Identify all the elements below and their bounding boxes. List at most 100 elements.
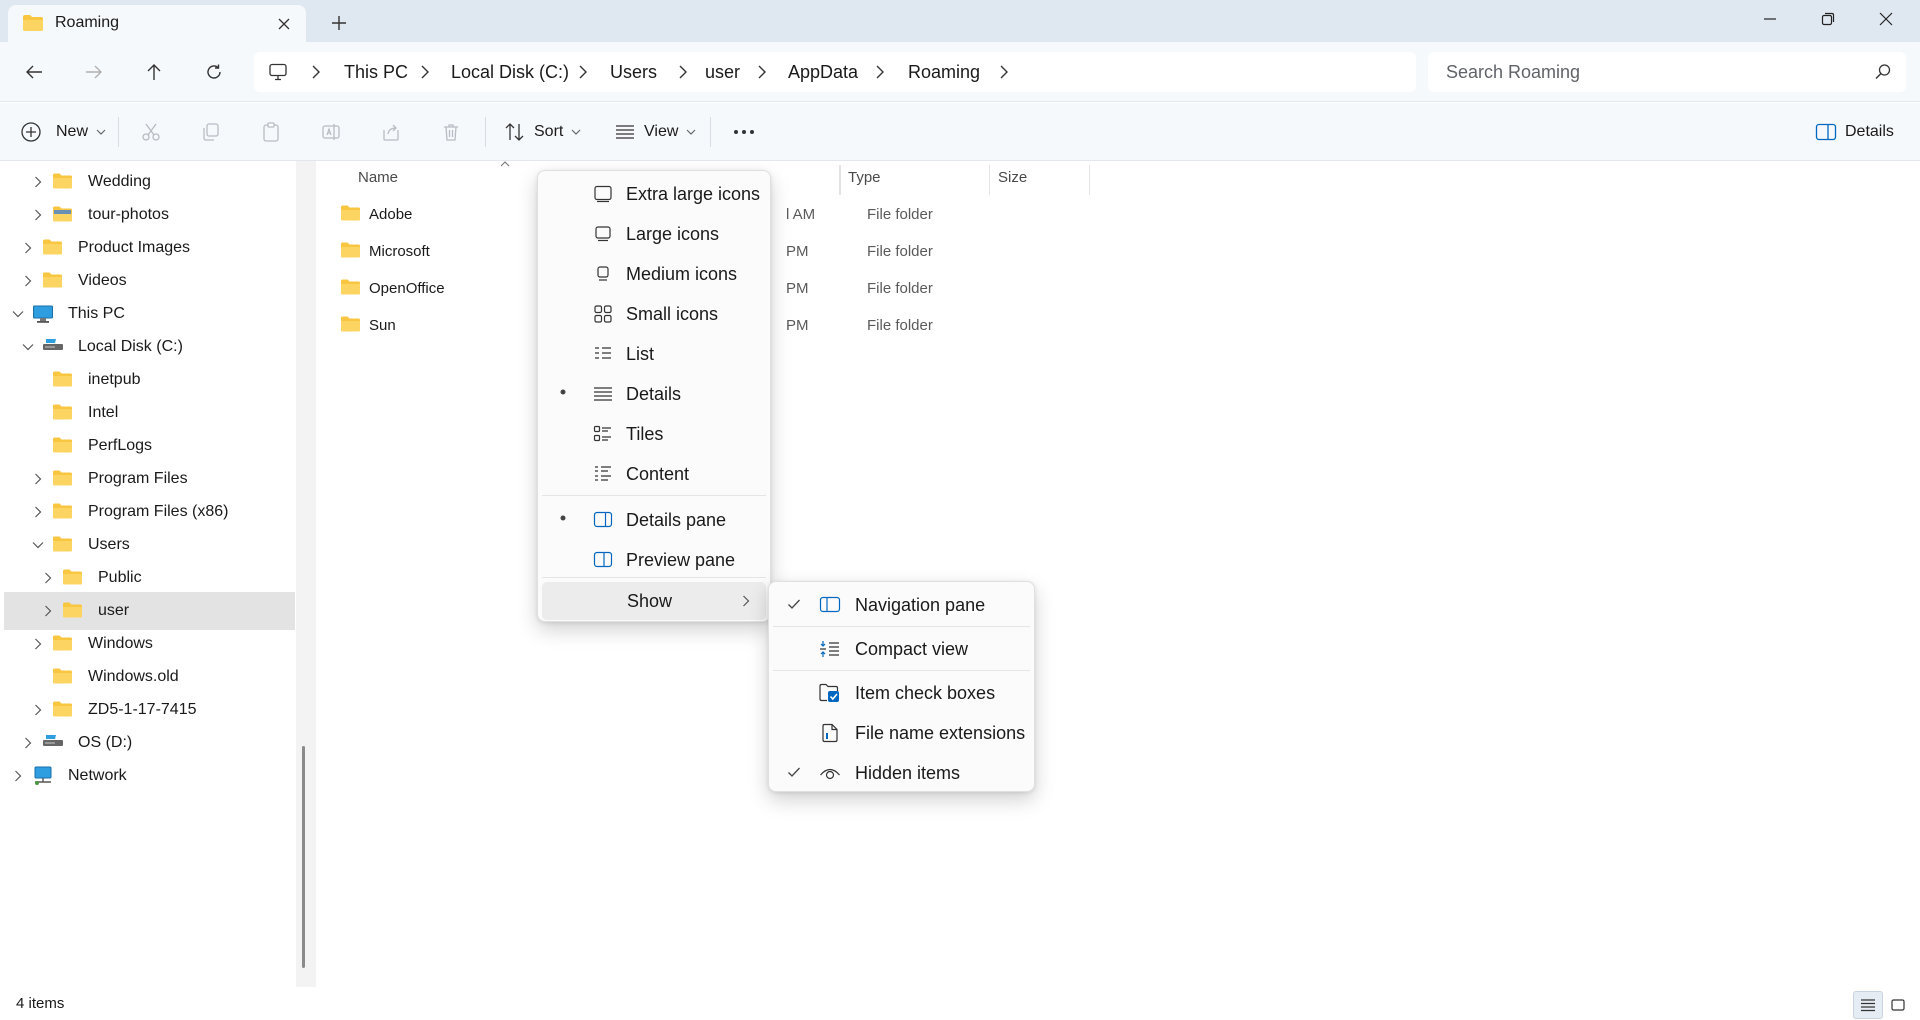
chevron-right-icon[interactable] (44, 605, 52, 617)
cut-icon[interactable] (138, 119, 164, 145)
search-input[interactable]: Search Roaming (1428, 52, 1906, 92)
new-tab-button[interactable] (326, 10, 352, 36)
status-bar: 4 items (0, 987, 1920, 1020)
chevron-down-icon[interactable] (12, 310, 24, 318)
folder-icon (42, 271, 63, 289)
breadcrumb-roaming[interactable]: Roaming (908, 62, 980, 83)
chevron-right-icon[interactable] (34, 176, 42, 188)
copy-icon[interactable] (198, 119, 224, 145)
folder-icon (22, 13, 44, 33)
column-divider[interactable] (989, 165, 990, 195)
details-view-toggle[interactable] (1853, 991, 1883, 1019)
sort-button[interactable]: Sort (504, 117, 581, 147)
search-placeholder: Search Roaming (1446, 62, 1581, 82)
minimize-button[interactable] (1741, 0, 1799, 38)
chevron-right-icon[interactable] (34, 704, 42, 716)
pane-splitter[interactable] (296, 161, 316, 988)
title-bar: Roaming (0, 0, 1920, 42)
details-pane-button[interactable]: Details (1815, 117, 1894, 147)
tab-roaming[interactable]: Roaming (8, 5, 306, 42)
show-menu-item-compact-view[interactable]: Compact view (773, 630, 1030, 668)
show-menu-item-navigation-pane[interactable]: Navigation pane (773, 586, 1030, 624)
tiles-icon (592, 424, 614, 444)
paste-icon[interactable] (258, 119, 284, 145)
close-window-button[interactable] (1857, 0, 1915, 38)
show-menu-item-item-check-boxes[interactable]: Item check boxes (773, 674, 1030, 712)
chevron-down-icon[interactable] (22, 343, 34, 351)
back-button[interactable] (16, 54, 52, 90)
refresh-button[interactable] (196, 54, 232, 90)
chevron-right-icon[interactable] (24, 275, 32, 287)
network-icon (32, 766, 54, 786)
column-header-type[interactable]: Type (848, 169, 881, 186)
navigation-pane: Wedding tour-photos Product Images Videos Th… (0, 161, 296, 987)
view-menu-item-content[interactable]: Content (542, 455, 766, 493)
chevron-right-icon[interactable] (34, 209, 42, 221)
view-menu-item-details-pane[interactable]: Details pane (542, 501, 766, 539)
sidebar-item-label: PerfLogs (88, 437, 153, 454)
close-tab-icon[interactable] (273, 13, 295, 35)
view-menu: Extra large icons Large icons Medium icons… (537, 170, 771, 622)
breadcrumb-appdata[interactable]: AppData (788, 62, 858, 83)
breadcrumb-this-pc[interactable]: This PC (344, 62, 408, 83)
show-menu-item-hidden-items[interactable]: Hidden items (773, 754, 1030, 792)
view-menu-item-details[interactable]: Details (542, 375, 766, 413)
view-button[interactable]: View (614, 117, 696, 147)
share-icon[interactable] (378, 119, 404, 145)
command-bar: New Sort View Details (0, 103, 1920, 161)
forward-button[interactable] (76, 54, 112, 90)
column-header-name[interactable]: Name (358, 169, 398, 186)
rename-icon[interactable] (318, 119, 344, 145)
column-divider[interactable] (840, 165, 841, 195)
sidebar-item-label: Windows.old (88, 668, 179, 685)
view-menu-item-list[interactable]: List (542, 335, 766, 373)
show-menu-item-file-name-extensions[interactable]: File name extensions (773, 714, 1030, 752)
chevron-right-icon[interactable] (34, 638, 42, 650)
new-button[interactable]: New (20, 117, 106, 147)
chevron-right-icon[interactable] (44, 572, 52, 584)
chevron-down-icon[interactable] (32, 541, 44, 549)
folder-icon (340, 315, 361, 333)
large-icons-icon (592, 224, 614, 244)
details-icon (592, 384, 614, 404)
view-menu-item-show[interactable]: Show (542, 582, 766, 620)
breadcrumb-user[interactable]: user (705, 62, 740, 83)
sort-ascending-icon (500, 161, 510, 167)
file-name: Microsoft (369, 243, 430, 260)
sort-icon (504, 122, 526, 142)
check-icon (787, 598, 801, 610)
file-date: PM (786, 317, 809, 334)
up-button[interactable] (136, 54, 172, 90)
chevron-right-icon[interactable] (999, 65, 1009, 79)
chevron-right-icon[interactable] (14, 770, 22, 782)
view-menu-item-tiles[interactable]: Tiles (542, 415, 766, 453)
breadcrumb-users[interactable]: Users (610, 62, 657, 83)
chevron-right-icon[interactable] (24, 737, 32, 749)
chevron-right-icon[interactable] (34, 473, 42, 485)
view-menu-item-label: Details (626, 384, 682, 404)
file-date: l AM (786, 206, 816, 223)
view-menu-item-medium-icons[interactable]: Medium icons (542, 255, 766, 293)
search-icon[interactable] (1874, 63, 1892, 81)
delete-icon[interactable] (438, 119, 464, 145)
view-menu-item-small-icons[interactable]: Small icons (542, 295, 766, 333)
restore-button[interactable] (1799, 0, 1857, 38)
column-divider[interactable] (1089, 165, 1090, 195)
column-header-size[interactable]: Size (998, 169, 1027, 186)
chevron-right-icon[interactable] (34, 506, 42, 518)
more-options-icon[interactable] (731, 119, 757, 145)
divider (710, 117, 711, 147)
view-menu-item-large-icons[interactable]: Large icons (542, 215, 766, 253)
view-menu-item-preview-pane[interactable]: Preview pane (542, 541, 766, 579)
sidebar-scrollbar[interactable] (302, 746, 305, 968)
sidebar-item-network[interactable]: Network (0, 757, 296, 795)
large-icons-view-toggle[interactable] (1883, 991, 1913, 1019)
address-bar[interactable]: This PC Local Disk (C:) Users user AppDa… (254, 52, 1416, 92)
file-date: PM (786, 243, 809, 260)
show-menu-item-label: Compact view (855, 639, 969, 659)
folder-icon (52, 667, 73, 685)
breadcrumb-local-disk[interactable]: Local Disk (C:) (451, 62, 569, 83)
folder-icon (52, 436, 73, 454)
view-menu-item-extra-large-icons[interactable]: Extra large icons (542, 175, 766, 213)
chevron-right-icon[interactable] (24, 242, 32, 254)
